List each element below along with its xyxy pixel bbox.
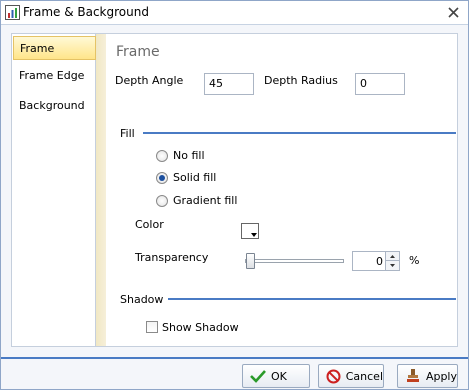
chevron-down-icon [390, 264, 395, 267]
nav-item-frame-edge[interactable]: Frame Edge [13, 64, 96, 88]
frame-background-dialog: Frame & Background Frame Frame Edge Back… [0, 0, 469, 390]
spin-up-button[interactable] [385, 252, 399, 261]
stamp-icon [406, 369, 419, 382]
nav-item-frame[interactable]: Frame [13, 36, 96, 60]
show-shadow-checkbox[interactable] [146, 321, 158, 333]
depth-radius-value: 0 [360, 77, 367, 90]
gradient-fill-label[interactable]: Gradient fill [173, 194, 237, 207]
color-label: Color [135, 218, 164, 231]
apply-button[interactable]: Apply [397, 364, 458, 388]
cancel-button[interactable]: Cancel [318, 364, 384, 388]
nav-item-background[interactable]: Background [13, 94, 96, 118]
fill-section-label: Fill [120, 127, 135, 140]
transparency-value: 0 [376, 255, 383, 268]
spin-down-button[interactable] [385, 261, 399, 270]
cancel-label: Cancel [345, 369, 383, 383]
percent-label: % [409, 254, 420, 267]
frame-settings-panel: Frame Depth Angle 45 Depth Radius 0 Fill… [106, 33, 458, 347]
transparency-spinner[interactable]: 0 [352, 251, 400, 271]
cancel-icon [326, 369, 341, 383]
gradient-fill-radio[interactable] [156, 195, 168, 207]
nav-item-label: Frame [20, 42, 55, 55]
category-nav: Frame Frame Edge Background [11, 33, 96, 347]
chart-app-icon [5, 5, 20, 20]
depth-radius-label: Depth Radius [264, 74, 338, 87]
solid-fill-label[interactable]: Solid fill [173, 171, 216, 184]
ok-label: OK [271, 369, 287, 383]
depth-angle-value: 45 [209, 77, 223, 90]
apply-label: Apply [425, 369, 457, 383]
transparency-slider-track[interactable] [245, 259, 344, 263]
depth-angle-label: Depth Angle [115, 74, 184, 87]
window-title: Frame & Background [23, 5, 149, 19]
footer-divider [1, 357, 468, 359]
show-shadow-label[interactable]: Show Shadow [162, 321, 239, 334]
shadow-section-label: Shadow [120, 293, 164, 306]
transparency-label: Transparency [135, 251, 209, 264]
close-button[interactable] [444, 3, 462, 21]
dropdown-arrow-icon [251, 233, 257, 237]
shadow-section-divider [168, 298, 456, 300]
title-bar: Frame & Background [1, 1, 468, 25]
no-fill-radio[interactable] [156, 150, 168, 162]
no-fill-label[interactable]: No fill [173, 149, 205, 162]
ok-button[interactable]: OK [242, 364, 310, 388]
depth-angle-input[interactable]: 45 [204, 73, 254, 95]
nav-item-label: Background [19, 99, 85, 112]
panel-title: Frame [116, 44, 160, 60]
solid-fill-radio[interactable] [156, 172, 168, 184]
nav-divider [96, 33, 106, 347]
transparency-slider-thumb[interactable] [246, 253, 255, 269]
fill-section-divider [143, 132, 456, 134]
nav-item-label: Frame Edge [19, 69, 85, 82]
checkmark-icon [250, 370, 266, 383]
close-icon [447, 6, 459, 18]
chevron-up-icon [390, 254, 395, 258]
color-picker[interactable] [241, 223, 259, 239]
depth-radius-input[interactable]: 0 [355, 73, 405, 95]
